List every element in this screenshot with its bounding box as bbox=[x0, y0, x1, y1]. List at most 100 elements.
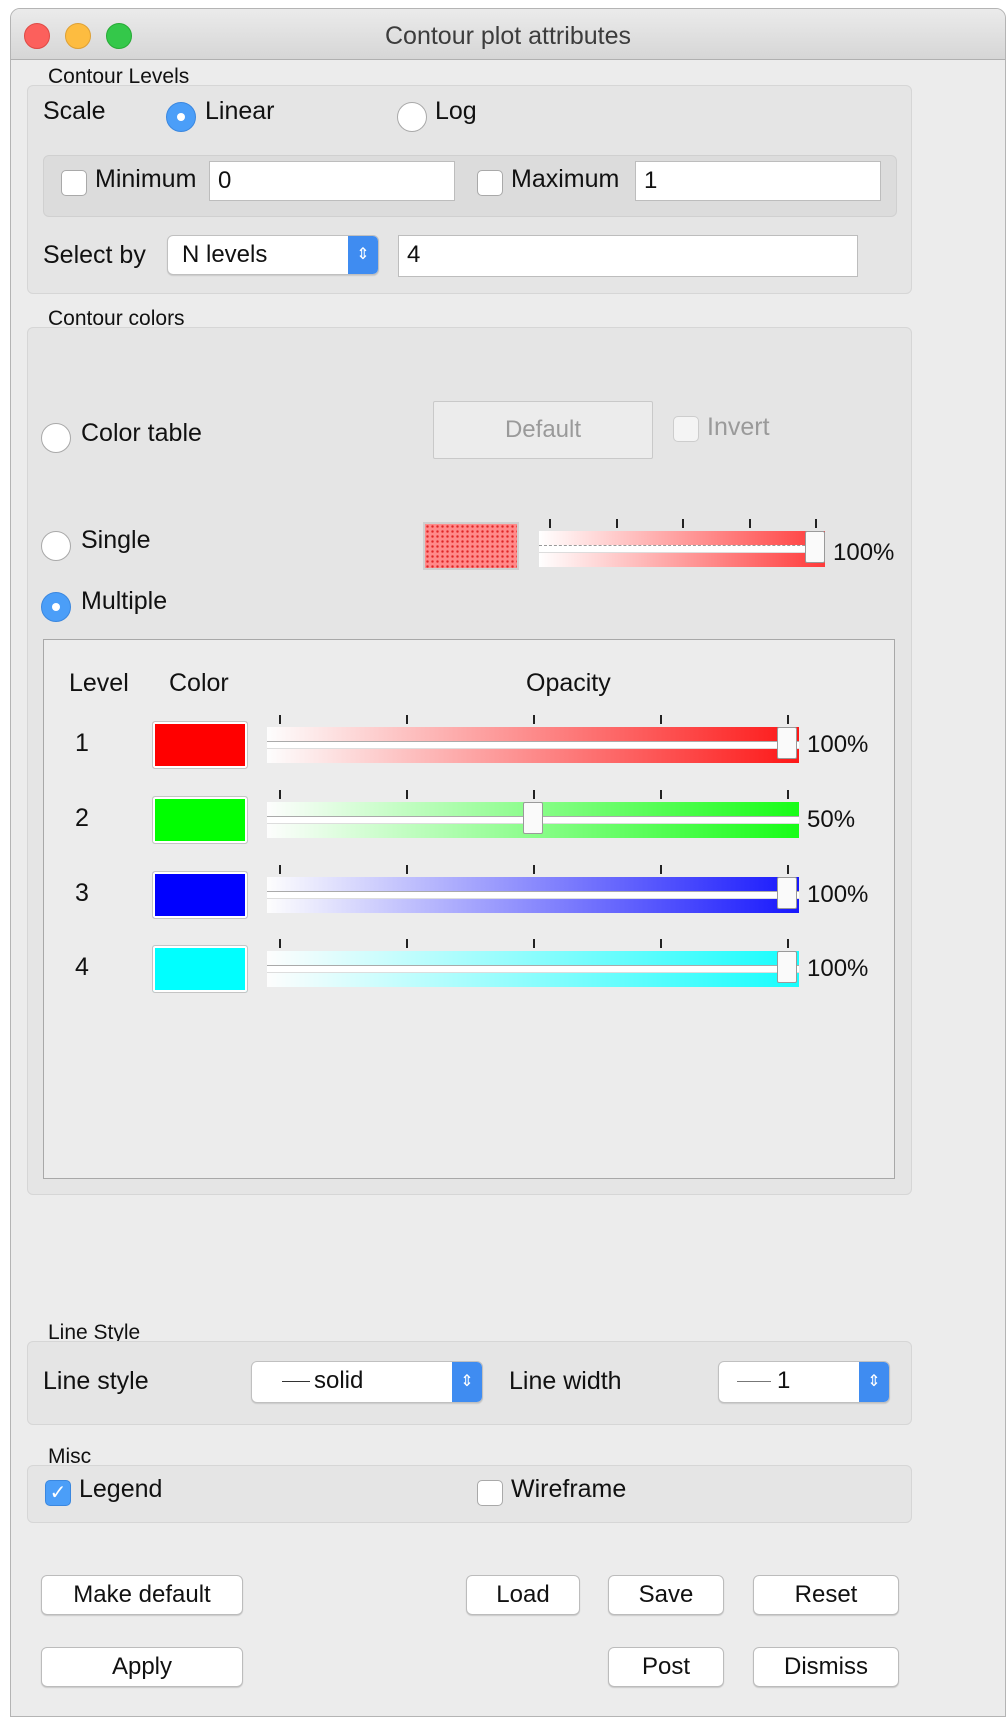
level-column-header: Level bbox=[69, 669, 129, 697]
single-opacity-track bbox=[539, 545, 825, 553]
scale-log-radio[interactable] bbox=[397, 102, 427, 132]
chevron-updown-icon: ⇕ bbox=[859, 1362, 889, 1402]
slider-tick bbox=[406, 865, 408, 874]
level-number: 1 bbox=[75, 729, 89, 757]
slider-tick bbox=[279, 865, 281, 874]
level-color-swatch[interactable] bbox=[152, 871, 248, 919]
maximum-checkbox[interactable] bbox=[477, 170, 503, 196]
dismiss-button[interactable]: Dismiss bbox=[753, 1647, 899, 1687]
slider-tick bbox=[660, 939, 662, 948]
slider-tick bbox=[787, 790, 789, 799]
slider-thumb[interactable] bbox=[777, 951, 797, 983]
slider-thumb[interactable] bbox=[777, 727, 797, 759]
level-color-swatch[interactable] bbox=[152, 721, 248, 769]
color-table-label: Color table bbox=[81, 419, 202, 447]
chevron-updown-icon: ⇕ bbox=[348, 236, 378, 274]
minimum-input[interactable]: 0 bbox=[209, 161, 455, 201]
legend-checkbox[interactable]: ✓ bbox=[45, 1480, 71, 1506]
line-style-label: Line style bbox=[43, 1367, 149, 1395]
single-opacity-slider[interactable] bbox=[539, 519, 825, 567]
select-by-value: N levels bbox=[182, 241, 268, 268]
scale-linear-label: Linear bbox=[205, 97, 275, 125]
dialog-window: Contour plot attributes Contour Levels S… bbox=[10, 8, 1006, 1717]
title-bar[interactable]: Contour plot attributes bbox=[11, 9, 1005, 60]
slider-tick bbox=[279, 715, 281, 724]
line-style-dropdown[interactable]: solid ⇕ bbox=[251, 1361, 483, 1403]
single-color-radio[interactable] bbox=[41, 531, 71, 561]
slider-tick bbox=[615, 519, 618, 528]
slider-tick bbox=[748, 519, 751, 528]
level-opacity-slider[interactable] bbox=[267, 865, 799, 913]
slider-tick bbox=[660, 715, 662, 724]
select-by-label: Select by bbox=[43, 241, 146, 269]
level-number: 4 bbox=[75, 953, 89, 981]
multiple-colors-label: Multiple bbox=[81, 587, 168, 615]
chevron-updown-icon: ⇕ bbox=[452, 1362, 482, 1402]
line-style-sample-icon bbox=[282, 1381, 310, 1383]
level-opacity-track bbox=[267, 741, 799, 749]
level-opacity-slider[interactable] bbox=[267, 715, 799, 763]
slider-thumb[interactable] bbox=[805, 531, 825, 563]
line-width-sample-icon bbox=[737, 1381, 771, 1383]
single-opacity-percent: 100% bbox=[833, 539, 895, 566]
opacity-column-header: Opacity bbox=[526, 669, 611, 697]
wireframe-checkbox[interactable] bbox=[477, 1480, 503, 1506]
slider-tick bbox=[406, 939, 408, 948]
save-button[interactable]: Save bbox=[608, 1575, 724, 1615]
level-number: 2 bbox=[75, 804, 89, 832]
scale-linear-radio[interactable] bbox=[166, 102, 196, 132]
line-width-dropdown[interactable]: 1 ⇕ bbox=[718, 1361, 890, 1403]
slider-tick bbox=[279, 939, 281, 948]
level-opacity-percent: 100% bbox=[807, 731, 869, 758]
slider-tick bbox=[533, 790, 535, 799]
reset-button[interactable]: Reset bbox=[753, 1575, 899, 1615]
invert-label: Invert bbox=[707, 413, 770, 441]
slider-tick bbox=[787, 939, 789, 948]
slider-tick bbox=[787, 865, 789, 874]
post-button[interactable]: Post bbox=[608, 1647, 724, 1687]
line-width-value: 1 bbox=[777, 1367, 791, 1394]
level-opacity-percent: 100% bbox=[807, 881, 869, 908]
minimum-checkbox[interactable] bbox=[61, 170, 87, 196]
invert-checkbox[interactable] bbox=[673, 416, 699, 442]
load-button[interactable]: Load bbox=[466, 1575, 580, 1615]
slider-tick bbox=[660, 790, 662, 799]
color-table-radio[interactable] bbox=[41, 423, 71, 453]
slider-thumb[interactable] bbox=[523, 802, 543, 834]
slider-tick bbox=[533, 715, 535, 724]
level-opacity-slider[interactable] bbox=[267, 939, 799, 987]
scale-label: Scale bbox=[43, 97, 106, 125]
single-color-swatch[interactable] bbox=[423, 522, 519, 570]
slider-tick bbox=[815, 519, 817, 528]
make-default-button[interactable]: Make default bbox=[41, 1575, 243, 1615]
slider-tick bbox=[406, 715, 408, 724]
level-opacity-percent: 50% bbox=[807, 806, 856, 833]
apply-button[interactable]: Apply bbox=[41, 1647, 243, 1687]
wireframe-label: Wireframe bbox=[511, 1475, 627, 1503]
level-opacity-track bbox=[267, 965, 799, 973]
level-opacity-track bbox=[267, 891, 799, 899]
slider-tick bbox=[682, 519, 684, 528]
default-color-table-button[interactable]: Default bbox=[433, 401, 653, 459]
level-color-swatch[interactable] bbox=[152, 945, 248, 993]
maximum-input[interactable]: 1 bbox=[635, 161, 881, 201]
line-style-value: solid bbox=[314, 1367, 364, 1394]
window-title: Contour plot attributes bbox=[385, 22, 631, 50]
slider-tick bbox=[549, 519, 551, 528]
line-width-label: Line width bbox=[509, 1367, 622, 1395]
level-color-swatch[interactable] bbox=[152, 796, 248, 844]
level-opacity-slider[interactable] bbox=[267, 790, 799, 838]
slider-tick bbox=[533, 939, 535, 948]
level-number: 3 bbox=[75, 879, 89, 907]
minimum-label: Minimum bbox=[95, 165, 197, 193]
scale-log-label: Log bbox=[435, 97, 477, 125]
maximum-label: Maximum bbox=[511, 165, 620, 193]
slider-tick bbox=[533, 865, 535, 874]
legend-label: Legend bbox=[79, 1475, 163, 1503]
slider-thumb[interactable] bbox=[777, 877, 797, 909]
select-by-dropdown[interactable]: N levels ⇕ bbox=[167, 235, 379, 275]
single-color-label: Single bbox=[81, 526, 151, 554]
multiple-colors-radio[interactable] bbox=[41, 592, 71, 622]
levels-count-input[interactable]: 4 bbox=[398, 235, 858, 277]
color-column-header: Color bbox=[169, 669, 229, 697]
